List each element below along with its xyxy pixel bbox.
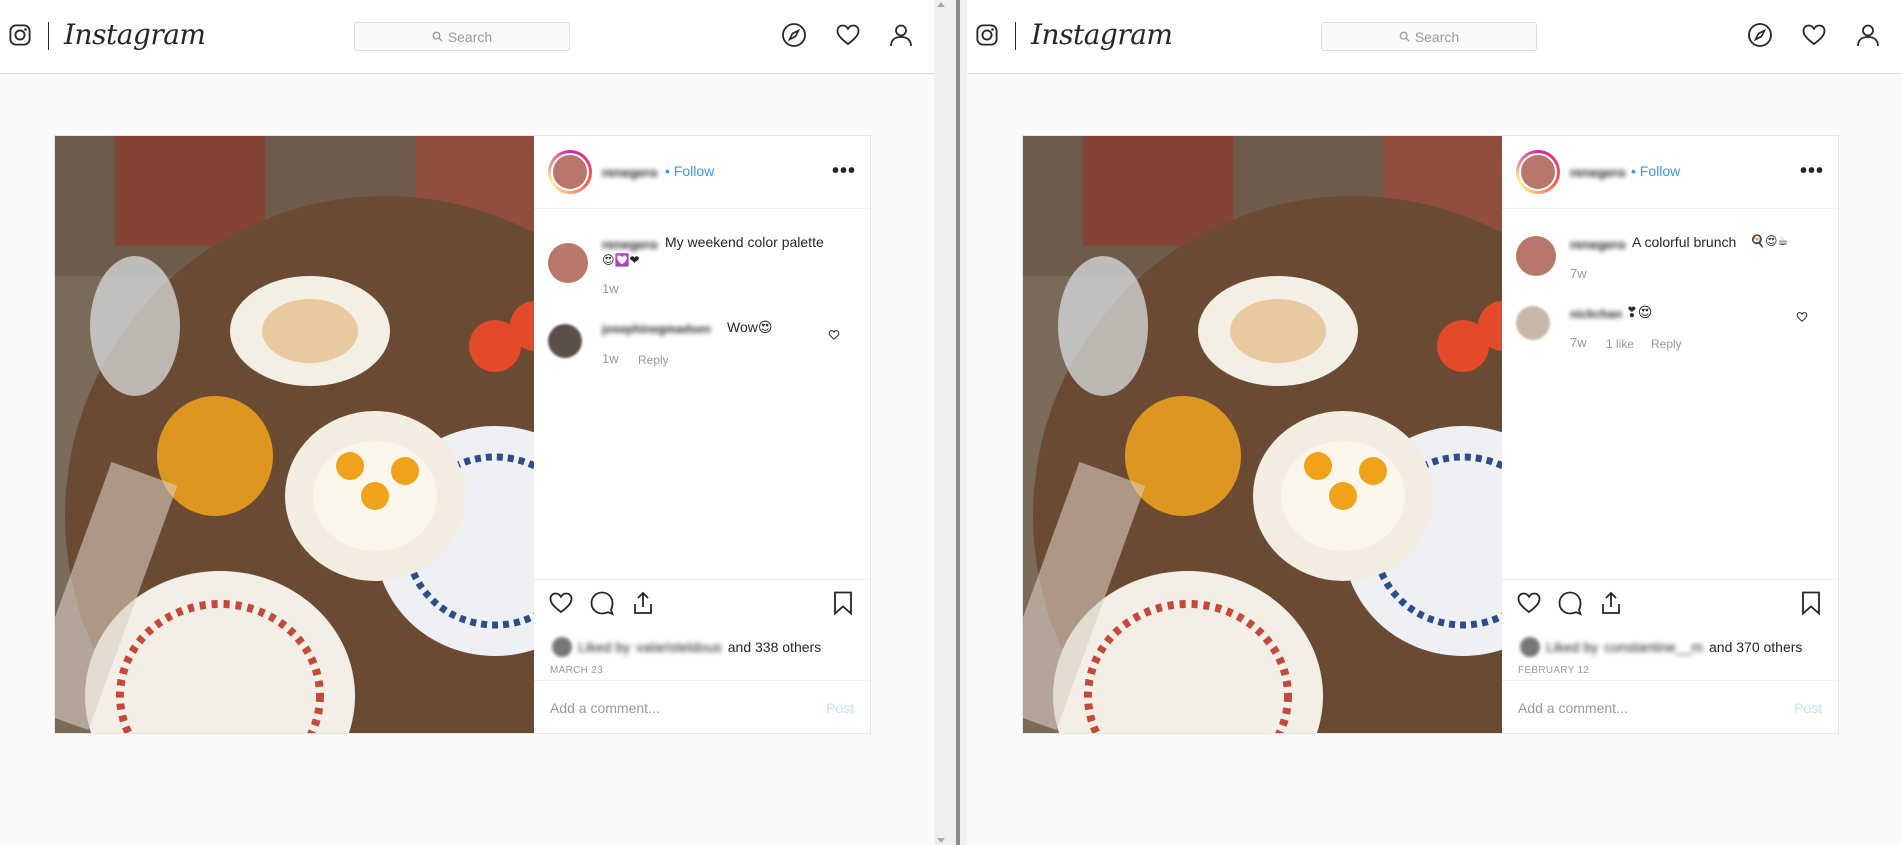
likes-summary[interactable]: Liked by valaristeldous and 338 others	[552, 637, 821, 657]
caption-author-avatar[interactable]	[548, 243, 588, 283]
comment-reply-button[interactable]: Reply	[638, 353, 669, 367]
liked-by-prefix: Liked by	[578, 639, 631, 655]
compass-icon[interactable]	[781, 22, 807, 48]
comment-like-icon[interactable]	[1796, 311, 1808, 323]
add-comment-bar: Add a comment... Post	[534, 680, 870, 736]
search-input[interactable]: Search	[1321, 22, 1537, 51]
commenter-avatar[interactable]	[548, 324, 582, 358]
instagram-logo-icon[interactable]	[9, 24, 31, 46]
comment-text: Wow😍	[727, 319, 773, 335]
post-comment-button[interactable]: Post	[826, 700, 854, 716]
post-card: renegero • Follow ••• renegero A colorfu…	[1022, 135, 1839, 734]
post-date[interactable]: FEBRUARY 12	[1518, 665, 1589, 676]
author-avatar[interactable]	[1519, 153, 1557, 191]
post-header: renegero • Follow •••	[534, 136, 870, 209]
caption-author-username[interactable]: renegero	[602, 237, 658, 252]
comment-like-icon[interactable]	[828, 329, 840, 341]
comment-icon[interactable]	[1557, 590, 1583, 616]
bookmark-icon[interactable]	[830, 590, 856, 616]
comment-icon[interactable]	[589, 590, 615, 616]
add-comment-input[interactable]: Add a comment...	[1518, 700, 1628, 716]
comment-text: ❣😍	[1626, 304, 1653, 320]
caption-author-username[interactable]: renegero	[1570, 237, 1626, 252]
post-sidebar: renegero • Follow ••• renegero A colorfu…	[1502, 136, 1838, 733]
logo-divider	[48, 22, 49, 50]
like-icon[interactable]	[548, 590, 574, 616]
post-photo[interactable]	[1023, 136, 1502, 733]
caption-text: A colorful brunch	[1632, 234, 1737, 250]
comment-likes-count[interactable]: 1 like	[1606, 337, 1634, 351]
author-username[interactable]: renegero	[602, 165, 658, 180]
profile-icon[interactable]	[1855, 22, 1881, 48]
brunch-photo-illustration	[1023, 136, 1502, 733]
post-comment-button[interactable]: Post	[1794, 700, 1822, 716]
commenter-username[interactable]: nickchan	[1570, 307, 1622, 321]
caption-age[interactable]: 1w	[602, 281, 619, 296]
profile-icon[interactable]	[888, 22, 914, 48]
liked-by-user[interactable]: constantine__m	[1604, 639, 1703, 655]
instagram-wordmark[interactable]: Instagram	[1031, 18, 1173, 51]
likes-summary[interactable]: Liked by constantine__m and 370 others	[1520, 637, 1802, 657]
browser-pane-left: Instagram Search renegero • Follow ••• r…	[0, 0, 934, 845]
more-options-icon[interactable]: •••	[832, 160, 856, 183]
caption-text: My weekend color palette	[665, 234, 824, 250]
more-options-icon[interactable]: •••	[1800, 160, 1824, 183]
post-header: renegero • Follow •••	[1502, 136, 1838, 209]
add-comment-input[interactable]: Add a comment...	[550, 700, 660, 716]
post-photo[interactable]	[55, 136, 534, 733]
caption-age[interactable]: 7w	[1570, 266, 1587, 281]
divider-line	[956, 0, 960, 845]
comment-age[interactable]: 1w	[602, 351, 619, 366]
top-navigation-bar: Instagram Search	[967, 0, 1902, 74]
liked-by-prefix: Liked by	[1546, 639, 1599, 655]
logo-divider	[1015, 22, 1016, 50]
search-placeholder: Search	[447, 28, 493, 45]
caption-emoji: 😍💟❤	[602, 253, 640, 267]
liked-by-others[interactable]: and 338 others	[728, 639, 821, 655]
commenter-username[interactable]: josephinegmadsen	[602, 322, 711, 336]
post-actions: Liked by valaristeldous and 338 others M…	[534, 579, 870, 735]
author-avatar[interactable]	[551, 153, 589, 191]
post-card: renegero • Follow ••• renegero My weeken…	[54, 135, 871, 734]
like-icon[interactable]	[1516, 590, 1542, 616]
add-comment-bar: Add a comment... Post	[1502, 680, 1838, 736]
instagram-logo-icon[interactable]	[976, 24, 998, 46]
post-actions: Liked by constantine__m and 370 others F…	[1502, 579, 1838, 735]
share-icon[interactable]	[630, 590, 656, 616]
heart-icon[interactable]	[835, 22, 861, 48]
liked-by-others[interactable]: and 370 others	[1709, 639, 1802, 655]
search-icon	[1399, 31, 1410, 42]
caption-emoji: 🍳😍☕	[1750, 234, 1789, 248]
divider-up-arrow[interactable]	[937, 2, 945, 7]
liker-avatar	[552, 637, 572, 657]
bookmark-icon[interactable]	[1798, 590, 1824, 616]
compass-icon[interactable]	[1747, 22, 1773, 48]
post-date[interactable]: MARCH 23	[550, 665, 603, 676]
brunch-photo-illustration	[55, 136, 534, 733]
search-placeholder: Search	[1414, 28, 1460, 45]
author-username[interactable]: renegero	[1570, 165, 1626, 180]
top-navigation-bar: Instagram Search	[0, 0, 934, 74]
search-icon	[432, 31, 443, 42]
instagram-wordmark[interactable]: Instagram	[64, 18, 206, 51]
divider-down-arrow[interactable]	[937, 838, 945, 843]
post-sidebar: renegero • Follow ••• renegero My weeken…	[534, 136, 870, 733]
browser-pane-right: Instagram Search renegero • Follow ••• r…	[967, 0, 1902, 845]
liked-by-user[interactable]: valaristeldous	[636, 639, 722, 655]
comment-age[interactable]: 7w	[1570, 335, 1587, 350]
liker-avatar	[1520, 637, 1540, 657]
share-icon[interactable]	[1598, 590, 1624, 616]
search-input[interactable]: Search	[354, 22, 570, 51]
heart-icon[interactable]	[1801, 22, 1827, 48]
commenter-avatar[interactable]	[1516, 306, 1550, 340]
follow-button[interactable]: • Follow	[665, 163, 714, 179]
window-divider[interactable]	[934, 0, 967, 845]
follow-button[interactable]: • Follow	[1631, 163, 1680, 179]
caption-author-avatar[interactable]	[1516, 236, 1556, 276]
comment-reply-button[interactable]: Reply	[1651, 337, 1682, 351]
